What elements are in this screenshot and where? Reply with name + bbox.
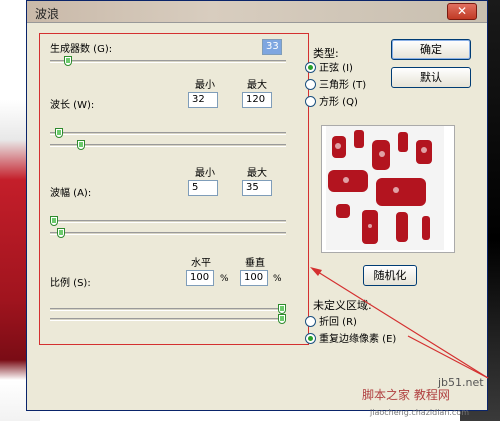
annotation-arrows bbox=[310, 267, 489, 379]
watermark-text: 脚本之家 教程网 bbox=[362, 388, 450, 402]
watermark-site: jb51.net bbox=[438, 376, 484, 389]
watermark-url: jiaocheng.chazidian.com bbox=[370, 408, 470, 417]
